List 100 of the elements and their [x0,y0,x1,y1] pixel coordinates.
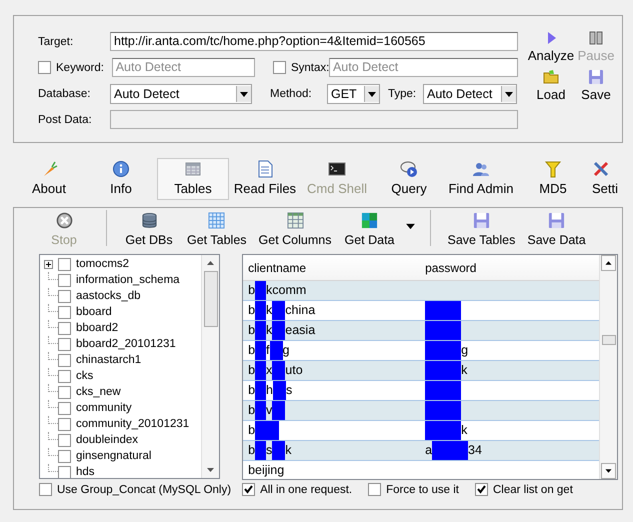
tree-item[interactable]: community [76,402,132,414]
tab[interactable]: About [13,158,85,200]
toolbar-button[interactable]: Save Tables [441,212,522,248]
tree-item[interactable]: information_schema [76,274,180,286]
redaction-bar [425,301,462,320]
tree-checkbox[interactable] [58,402,71,414]
column-header[interactable]: password [420,260,600,274]
table-cell-text: x [266,362,272,379]
table-cell-text: f [266,342,270,359]
tree-checkbox[interactable] [58,274,71,286]
redaction-bar [255,321,266,340]
table-cell-text: b [248,442,256,459]
scroll-thumb[interactable] [602,335,616,345]
tree-checkbox[interactable] [58,418,71,430]
tree-item[interactable]: chinastarch1 [76,354,142,366]
redaction-bar [272,401,286,420]
tree-item[interactable]: community_20101231 [76,418,190,430]
syntax-label: Syntax: [290,62,329,74]
action-button[interactable]: Save [576,69,616,102]
tree-checkbox[interactable] [58,386,71,398]
redaction-bar [255,381,266,400]
type-select[interactable]: Auto Detect [423,84,517,104]
tree-checkbox[interactable] [58,370,71,382]
tab[interactable]: Find Admin [445,158,517,200]
tab[interactable]: Info [85,158,157,200]
tree-checkbox[interactable] [58,434,71,446]
tree-item[interactable]: aastocks_db [76,290,141,302]
stop-icon [56,212,72,229]
tree-item[interactable]: hds [76,466,95,478]
redaction-bar [425,421,462,440]
table-cell-text: h [266,382,273,399]
method-select[interactable]: GET [327,84,380,104]
redaction-bar [272,301,286,320]
redaction-bar [270,341,282,360]
column-header[interactable]: clientname [243,260,420,274]
tree-checkbox[interactable] [58,338,71,350]
expand-icon[interactable] [44,260,53,268]
option-checkbox[interactable] [242,483,256,496]
database-select[interactable]: Auto Detect [110,84,252,104]
tree-item[interactable]: bboard [76,306,112,318]
action-button[interactable]: Analyze [526,30,576,63]
redaction-bar [425,341,462,360]
table-cell-text: k [461,362,468,379]
tab[interactable]: Setti [589,158,619,200]
post-data-label: Post Data: [38,114,93,126]
toolbar-button[interactable]: Get Tables [181,212,253,248]
scroll-thumb[interactable] [204,271,218,327]
tree-item[interactable]: cks_new [76,386,121,398]
table-icon [184,160,202,178]
toolbar-button[interactable]: Get Columns [252,212,338,248]
tree-checkbox[interactable] [58,306,71,318]
redaction-bar [425,381,462,400]
table-cell-text: k [461,422,468,439]
tree-checkbox[interactable] [58,258,71,270]
tree-checkbox[interactable] [58,322,71,334]
columns-icon [286,212,304,229]
redaction-bar [266,421,280,440]
table-cell-text: b [248,342,256,359]
toolbar-button[interactable]: Get DBs [117,212,181,248]
pause-icon [588,30,604,46]
group-concat-checkbox[interactable] [39,483,52,496]
option-label: All in one request. [260,484,352,496]
tree-item[interactable]: doubleindex [76,434,138,446]
redaction-bar [432,441,468,460]
option-label: Clear list on get [493,484,573,496]
scrollbar[interactable] [599,255,618,479]
table-cell-text: beijing [248,462,284,479]
info-icon [112,160,130,178]
scrollbar[interactable] [201,255,219,478]
toolbar-button[interactable]: Get Data [337,212,402,248]
speech-bubble-icon [400,160,418,178]
scroll-down-icon[interactable] [601,463,616,479]
scroll-up-icon[interactable] [601,255,616,271]
tree-item[interactable]: bboard2 [76,322,118,334]
table-cell-text: b [248,282,256,299]
table-cell-text: china [285,302,316,319]
redaction-bar [255,341,266,360]
tab[interactable]: Read Files [229,158,301,200]
tree-item[interactable]: tomocms2 [76,258,130,270]
tree-item[interactable]: bboard2_20101231 [76,338,176,350]
action-button[interactable]: Load [526,69,576,102]
tab[interactable]: Query [373,158,445,200]
tree-checkbox[interactable] [58,354,71,366]
redaction-bar [255,281,266,300]
tree-item[interactable]: cks [76,370,94,382]
target-field[interactable]: http://ir.anta.com/tc/home.php?option=4&Itemid=160565 [110,32,518,51]
table-cell-text: 34 [468,442,482,459]
toolbar-button[interactable]: Save Data [521,212,592,248]
option-checkbox[interactable] [475,483,488,496]
option-checkbox[interactable] [368,483,382,496]
tree-item[interactable]: ginsengnatural [76,450,152,462]
tools-icon [592,160,610,178]
table-cell-text: uto [285,362,303,379]
table-cell-text: g [282,342,290,359]
tree-checkbox[interactable] [58,466,71,478]
tree-checkbox[interactable] [58,290,71,302]
tab[interactable]: MD5 [517,158,589,200]
tab[interactable]: Tables [157,158,229,200]
table-cell-text: a [425,442,432,459]
tree-checkbox[interactable] [58,450,71,462]
